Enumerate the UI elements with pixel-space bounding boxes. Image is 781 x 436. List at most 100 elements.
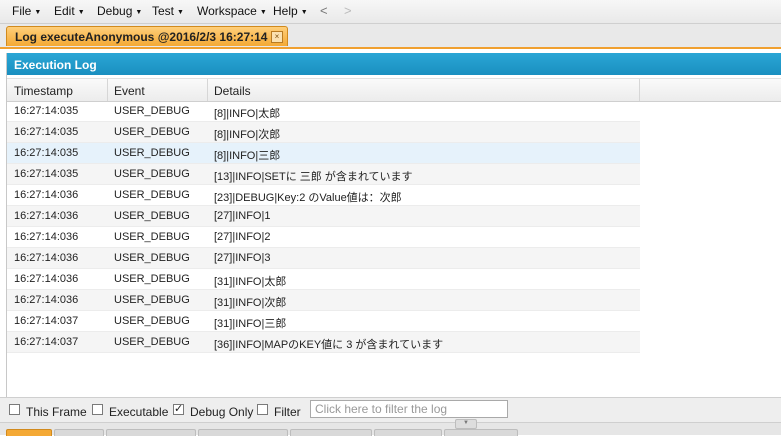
bottom-tab[interactable] xyxy=(198,429,288,436)
this-frame-label: This Frame xyxy=(26,405,87,419)
menu-help-label: Help xyxy=(273,4,298,18)
chevron-down-icon: ▼ xyxy=(77,9,85,16)
table-row[interactable]: 16:27:14:036 USER_DEBUG [27]|INFO|1 xyxy=(7,206,640,227)
column-divider[interactable] xyxy=(639,79,640,101)
details-cell: [8]|INFO|三郎 xyxy=(214,150,281,162)
details-cell: [27]|INFO|3 xyxy=(214,252,271,264)
table-row[interactable]: 16:27:14:035 USER_DEBUG [8]|INFO|太郎 xyxy=(7,101,640,122)
column-header-event[interactable]: Event xyxy=(114,84,145,98)
details-cell: [27]|INFO|1 xyxy=(214,210,271,222)
event-cell: USER_DEBUG xyxy=(114,315,190,327)
bottom-tab[interactable] xyxy=(444,429,518,436)
debug-only-checkbox[interactable] xyxy=(173,402,184,415)
executable-checkbox[interactable] xyxy=(92,404,103,415)
details-cell: [31]|INFO|次郎 xyxy=(214,297,287,309)
filter-input[interactable] xyxy=(310,400,508,418)
this-frame-checkbox[interactable] xyxy=(9,404,20,415)
menu-test-label: Test xyxy=(152,4,175,18)
details-cell: [31]|INFO|太郎 xyxy=(214,276,287,288)
table-row[interactable]: 16:27:14:036 USER_DEBUG [31]|INFO|太郎 xyxy=(7,269,640,290)
bottom-tab[interactable] xyxy=(54,429,104,436)
close-icon[interactable]: × xyxy=(271,31,283,43)
table-row[interactable]: 16:27:14:036 USER_DEBUG [27]|INFO|3 xyxy=(7,248,640,269)
event-cell: USER_DEBUG xyxy=(114,294,190,306)
timestamp-cell: 16:27:14:037 xyxy=(14,315,79,327)
details-cell: [8]|INFO|次郎 xyxy=(214,129,281,141)
menu-file[interactable]: File ▼ xyxy=(12,4,41,18)
timestamp-cell: 16:27:14:036 xyxy=(14,273,79,285)
event-cell: USER_DEBUG xyxy=(114,231,190,243)
event-cell: USER_DEBUG xyxy=(114,168,190,180)
details-cell: [23]|DEBUG|Key:2 のValue値は：次郎 xyxy=(214,192,402,204)
grid-header: Timestamp Event Details xyxy=(7,78,781,102)
menu-debug-label: Debug xyxy=(97,4,133,18)
back-icon[interactable]: < xyxy=(320,3,328,18)
timestamp-cell: 16:27:14:035 xyxy=(14,126,79,138)
filter-label: Filter xyxy=(274,405,301,419)
bottom-tab[interactable] xyxy=(106,429,196,436)
bottom-tab[interactable] xyxy=(6,429,52,436)
table-row[interactable]: 16:27:14:036 USER_DEBUG [31]|INFO|次郎 xyxy=(7,290,640,311)
column-divider[interactable] xyxy=(207,79,208,101)
table-row[interactable]: 16:27:14:035 USER_DEBUG [8]|INFO|次郎 xyxy=(7,122,640,143)
menu-file-label: File xyxy=(12,4,32,18)
table-row[interactable]: 16:27:14:037 USER_DEBUG [36]|INFO|MAPのKEY値… xyxy=(7,332,640,353)
menu-workspace-label: Workspace xyxy=(197,4,257,18)
filter-checkbox[interactable] xyxy=(257,404,268,415)
details-cell: [31]|INFO|三郎 xyxy=(214,318,287,330)
event-cell: USER_DEBUG xyxy=(114,189,190,201)
details-cell: [8]|INFO|太郎 xyxy=(214,108,281,120)
panel-title: Execution Log xyxy=(14,58,97,72)
menu-edit[interactable]: Edit ▼ xyxy=(54,4,85,18)
filter-toolbar: This Frame Executable Debug Only Filter xyxy=(0,397,781,423)
table-row[interactable]: 16:27:14:037 USER_DEBUG [31]|INFO|三郎 xyxy=(7,311,640,332)
bottom-tab[interactable] xyxy=(290,429,372,436)
column-header-timestamp[interactable]: Timestamp xyxy=(14,84,73,98)
chevron-down-icon: ▼ xyxy=(34,9,42,16)
timestamp-cell: 16:27:14:036 xyxy=(14,252,79,264)
bottom-splitter[interactable]: ▼ xyxy=(0,419,781,436)
event-cell: USER_DEBUG xyxy=(114,105,190,117)
event-cell: USER_DEBUG xyxy=(114,147,190,159)
forward-icon[interactable]: > xyxy=(344,3,352,18)
menu-debug[interactable]: Debug ▼ xyxy=(97,4,142,18)
chevron-down-icon[interactable]: ▼ xyxy=(455,419,477,429)
menu-workspace[interactable]: Workspace ▼ xyxy=(197,4,267,18)
details-cell: [36]|INFO|MAPのKEY値に 3 が含まれています xyxy=(214,339,444,351)
tab-label: Log executeAnonymous @2016/2/3 16:27:14 xyxy=(15,30,268,44)
timestamp-cell: 16:27:14:035 xyxy=(14,105,79,117)
column-header-details[interactable]: Details xyxy=(214,84,251,98)
execution-log-panel: Execution Log Timestamp Event Details 16… xyxy=(6,53,781,421)
tab-execute-anonymous-log[interactable]: Log executeAnonymous @2016/2/3 16:27:14 … xyxy=(6,26,288,46)
event-cell: USER_DEBUG xyxy=(114,336,190,348)
panel-header: Execution Log xyxy=(7,53,781,75)
event-cell: USER_DEBUG xyxy=(114,252,190,264)
table-row[interactable]: 16:27:14:036 USER_DEBUG [27]|INFO|2 xyxy=(7,227,640,248)
timestamp-cell: 16:27:14:036 xyxy=(14,294,79,306)
tab-strip: Log executeAnonymous @2016/2/3 16:27:14 … xyxy=(0,24,781,49)
details-cell: [13]|INFO|SETに 三郎 が含まれています xyxy=(214,171,413,183)
menu-bar: File ▼ Edit ▼ Debug ▼ Test ▼ Workspace ▼ Help… xyxy=(0,0,781,24)
menu-help[interactable]: Help ▼ xyxy=(273,4,308,18)
timestamp-cell: 16:27:14:035 xyxy=(14,168,79,180)
chevron-down-icon: ▼ xyxy=(259,9,267,16)
debug-only-label: Debug Only xyxy=(190,405,254,419)
menu-edit-label: Edit xyxy=(54,4,75,18)
timestamp-cell: 16:27:14:035 xyxy=(14,147,79,159)
executable-label: Executable xyxy=(109,405,169,419)
timestamp-cell: 16:27:14:036 xyxy=(14,231,79,243)
chevron-down-icon: ▼ xyxy=(300,9,308,16)
menu-test[interactable]: Test ▼ xyxy=(152,4,184,18)
event-cell: USER_DEBUG xyxy=(114,210,190,222)
log-rows: 16:27:14:035 USER_DEBUG [8]|INFO|太郎 16:27:… xyxy=(7,101,640,353)
table-row[interactable]: 16:27:14:036 USER_DEBUG [23]|DEBUG|Key:2 の… xyxy=(7,185,640,206)
timestamp-cell: 16:27:14:036 xyxy=(14,189,79,201)
table-row[interactable]: 16:27:14:035 USER_DEBUG [8]|INFO|三郎 xyxy=(7,143,640,164)
timestamp-cell: 16:27:14:036 xyxy=(14,210,79,222)
column-divider[interactable] xyxy=(107,79,108,101)
details-cell: [27]|INFO|2 xyxy=(214,231,271,243)
event-cell: USER_DEBUG xyxy=(114,273,190,285)
table-row[interactable]: 16:27:14:035 USER_DEBUG [13]|INFO|SETに 三郎 … xyxy=(7,164,640,185)
bottom-tab[interactable] xyxy=(374,429,442,436)
event-cell: USER_DEBUG xyxy=(114,126,190,138)
